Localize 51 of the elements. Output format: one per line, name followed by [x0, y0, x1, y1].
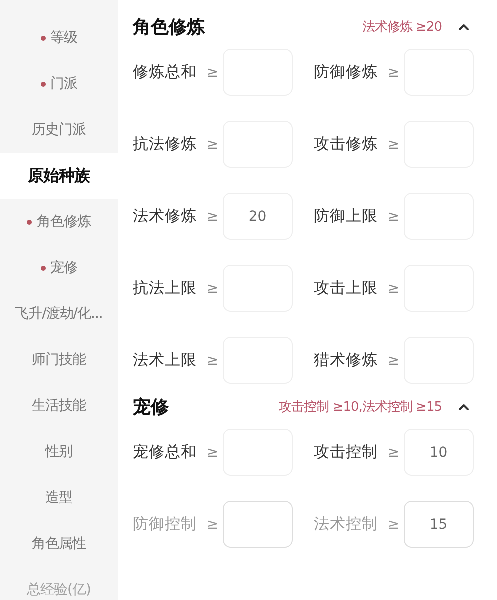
section-title: 角色修炼 [133, 16, 206, 39]
input-field[interactable]: 20 [222, 193, 293, 240]
sidebar-item[interactable]: 性别 [0, 429, 118, 475]
field-label: 抗法修炼 [133, 134, 197, 155]
chevron-icon[interactable] [458, 23, 470, 31]
operator-label: ≥ [388, 136, 400, 152]
operator-label: ≥ [207, 208, 219, 224]
field-label: 法术控制 [314, 514, 378, 535]
sidebar-item[interactable]: 角色属性 [0, 521, 118, 567]
sidebar-item[interactable]: 生活技能 [0, 383, 118, 429]
field-label: 猎术修炼 [314, 350, 378, 371]
sidebar-item[interactable]: 历史门派 [0, 107, 118, 153]
operator-label: ≥ [207, 136, 219, 152]
sidebar-item[interactable]: 等级 [0, 15, 118, 61]
sidebar-item[interactable]: 门派 [0, 61, 118, 107]
field-label: 宠修总和 [133, 442, 197, 463]
operator-label: ≥ [207, 280, 219, 296]
sidebar-item[interactable]: 总经验(亿) [0, 567, 118, 600]
input-field[interactable]: 10 [404, 429, 474, 476]
field-label: 法术修炼 [133, 206, 197, 227]
operator-label: ≥ [388, 208, 400, 224]
operator-label: ≥ [388, 444, 400, 460]
operator-label: ≥ [207, 352, 219, 368]
filter-summary: 法术修炼 ≥20 [362, 19, 442, 36]
operator-label: ≥ [388, 280, 400, 296]
field-label: 攻击控制 [314, 442, 378, 463]
chevron-icon[interactable] [458, 403, 470, 411]
sidebar-item[interactable]: 原始种族 [0, 153, 118, 199]
operator-label: ≥ [207, 444, 219, 460]
operator-label: ≥ [388, 64, 400, 80]
field-label: 法术上限 [133, 350, 197, 371]
input-field[interactable]: 15 [404, 501, 474, 548]
operator-label: ≥ [207, 516, 219, 532]
sidebar-item[interactable]: 飞升/渡劫/化... [0, 291, 118, 337]
operator-label: ≥ [207, 64, 219, 80]
field-label: 攻击上限 [314, 278, 378, 299]
field-label: 抗法上限 [133, 278, 197, 299]
sidebar-item[interactable]: 师门技能 [0, 337, 118, 383]
filter-summary: 攻击控制 ≥10,法术控制 ≥15 [279, 399, 442, 416]
sidebar-item[interactable]: 宠修 [0, 245, 118, 291]
sidebar-item[interactable]: 造型 [0, 475, 118, 521]
field-label: 防御修炼 [314, 62, 378, 83]
operator-label: ≥ [388, 352, 400, 368]
field-label: 防御控制 [133, 514, 197, 535]
operator-label: ≥ [388, 516, 400, 532]
input-field[interactable] [222, 501, 293, 548]
field-label: 防御上限 [314, 206, 378, 227]
sidebar-item[interactable]: 角色修炼 [0, 199, 118, 245]
field-label: 修炼总和 [133, 62, 197, 83]
field-label: 攻击修炼 [314, 134, 378, 155]
section-title: 宠修 [133, 396, 170, 419]
